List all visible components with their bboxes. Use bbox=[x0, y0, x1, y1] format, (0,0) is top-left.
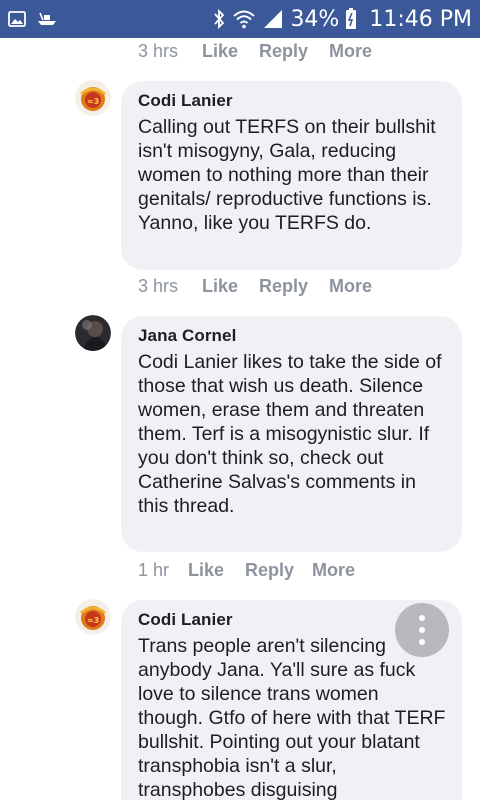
comment-time: 1 hr bbox=[138, 560, 170, 580]
comment-time: 3 hrs bbox=[138, 41, 179, 61]
svg-text:≈3: ≈3 bbox=[87, 616, 99, 625]
dot bbox=[419, 615, 425, 621]
dot bbox=[419, 627, 425, 633]
dot bbox=[419, 639, 425, 645]
avatar[interactable]: ≈3 bbox=[75, 599, 111, 635]
svg-text:≈3: ≈3 bbox=[87, 97, 99, 106]
more-options-button[interactable] bbox=[395, 603, 449, 657]
comment-actions: 3 hrs Like Reply More bbox=[138, 276, 372, 297]
avatar[interactable]: ≈3 bbox=[75, 80, 111, 116]
reply-link[interactable]: Reply bbox=[259, 276, 329, 297]
comment-text: Calling out TERFS on their bullshit isn'… bbox=[138, 116, 436, 234]
like-link[interactable]: Like bbox=[188, 560, 245, 581]
comment-text: Trans people aren't silencing anybody Ja… bbox=[138, 635, 446, 800]
reply-link[interactable]: Reply bbox=[245, 560, 312, 581]
comment-actions: 3 hrs Like Reply More bbox=[138, 41, 372, 62]
bluetooth-icon bbox=[212, 8, 226, 30]
more-link[interactable]: More bbox=[312, 560, 355, 581]
signal-icon bbox=[262, 9, 284, 29]
comment-time: 3 hrs bbox=[138, 276, 179, 296]
comment-bubble: Codi Lanier Calling out TERFS on their b… bbox=[121, 81, 462, 270]
comment-bubble: Jana Cornel Codi Lanier likes to take th… bbox=[121, 316, 462, 552]
more-link[interactable]: More bbox=[329, 41, 372, 62]
like-link[interactable]: Like bbox=[202, 276, 259, 297]
battery-icon bbox=[345, 8, 357, 30]
battery-percent: 34% bbox=[290, 6, 340, 32]
comment-author[interactable]: Jana Cornel bbox=[138, 326, 446, 346]
comment-actions: 1 hr Like Reply More bbox=[138, 560, 355, 581]
comment-author[interactable]: Codi Lanier bbox=[138, 91, 446, 111]
ship-icon bbox=[36, 11, 58, 27]
status-bar: 34% 11:46 PM bbox=[0, 0, 480, 38]
more-link[interactable]: More bbox=[329, 276, 372, 297]
avatar[interactable] bbox=[75, 315, 111, 351]
comment-text: Codi Lanier likes to take the side of th… bbox=[138, 351, 442, 517]
reply-link[interactable]: Reply bbox=[259, 41, 329, 62]
gallery-icon bbox=[8, 11, 26, 27]
wifi-icon bbox=[232, 9, 256, 29]
clock: 11:46 PM bbox=[369, 6, 472, 32]
like-link[interactable]: Like bbox=[202, 41, 259, 62]
